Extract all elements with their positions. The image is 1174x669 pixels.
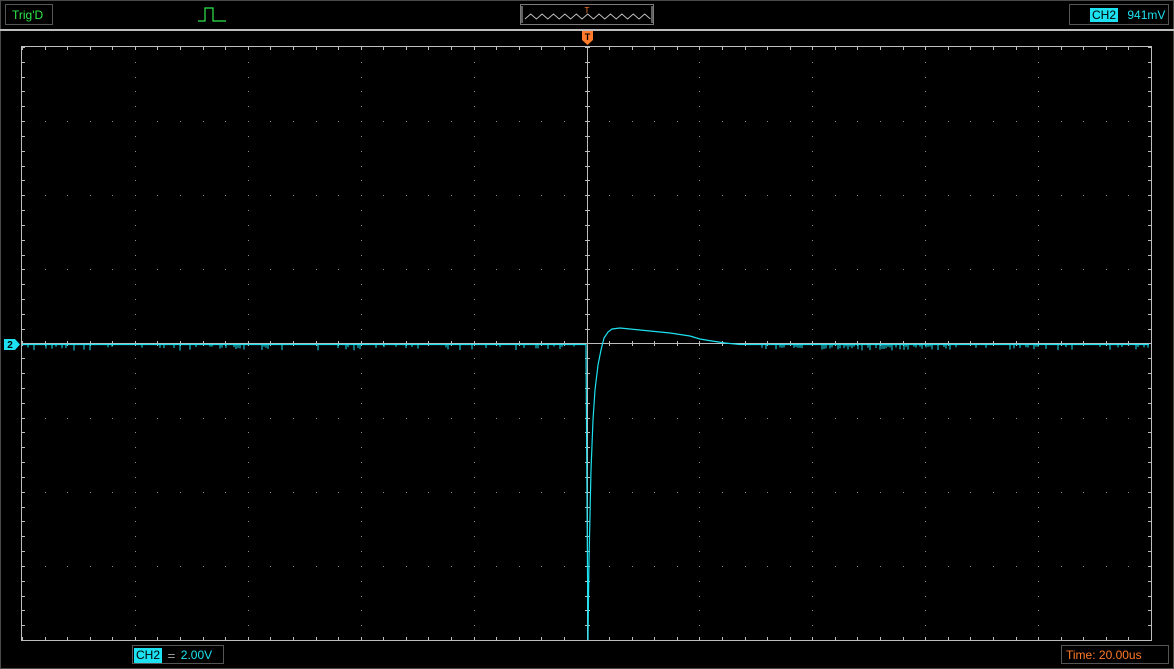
channel-scale-tag: CH2	[134, 648, 163, 663]
volts-per-div: 2.00V	[180, 648, 213, 662]
svg-text:T: T	[585, 32, 591, 42]
coupling-icon: ⚌	[167, 650, 176, 661]
channel-2-marker[interactable]: 2	[4, 339, 20, 351]
svg-text:2: 2	[7, 340, 13, 351]
channel-scale-box[interactable]: CH2 ⚌ 2.00V	[132, 645, 224, 664]
waveform-display[interactable]: T 2	[0, 0, 1174, 669]
timebase-box[interactable]: Time: 20.00us	[1061, 645, 1169, 664]
trigger-position-marker[interactable]: T	[582, 31, 593, 45]
